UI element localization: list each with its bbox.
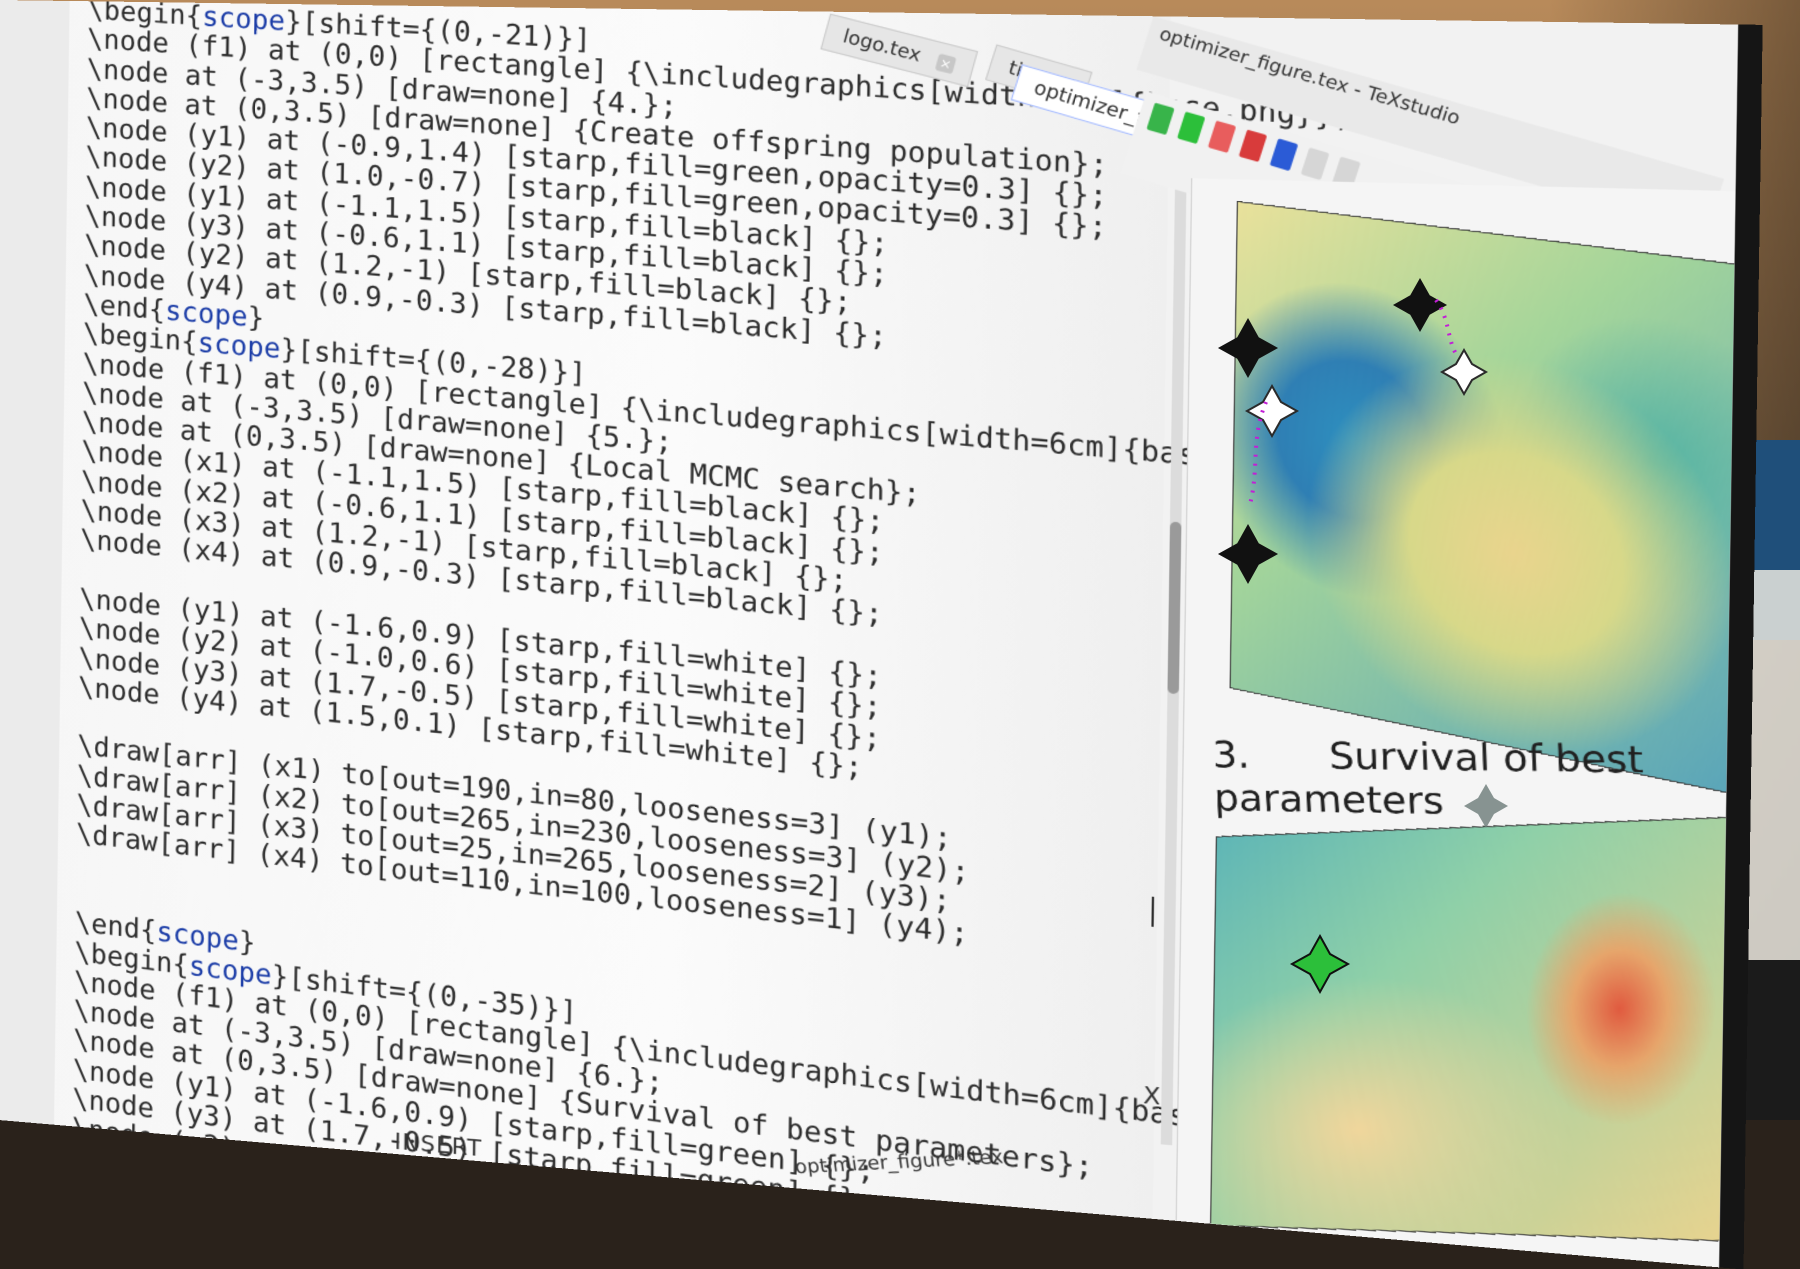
- editor-gutter: [0, 0, 70, 1125]
- preview-plot-bottom: [1210, 816, 1735, 1242]
- close-icon[interactable]: ×: [934, 53, 957, 75]
- preview-section-heading: 3. Survival of best parameters: [1212, 734, 1724, 828]
- code-token: }: [247, 301, 265, 335]
- red-bar-icon[interactable]: [1207, 120, 1237, 154]
- editor-scrollbar-thumb[interactable]: [1167, 521, 1182, 695]
- section-number: 3.: [1211, 733, 1251, 778]
- code-editor[interactable]: \begin{scope}[shift={(0,-21)}] \node (f1)…: [0, 0, 1353, 1267]
- green-bar-icon[interactable]: [1177, 111, 1206, 145]
- monitor: \begin{scope}[shift={(0,-21)}] \node (f1)…: [0, 0, 1763, 1269]
- green-bar-icon[interactable]: [1146, 102, 1175, 136]
- red-bar-icon[interactable]: [1238, 129, 1268, 163]
- triangle-warning-icon[interactable]: [1300, 147, 1330, 181]
- code-text[interactable]: \begin{scope}[shift={(0,-21)}] \node (f1)…: [71, 0, 1352, 1267]
- text-cursor: [1151, 896, 1155, 927]
- bottom-panel-close-button[interactable]: X: [1143, 1083, 1161, 1111]
- screen: \begin{scope}[shift={(0,-21)}] \node (f1)…: [0, 0, 1739, 1268]
- tab-label: logo.tex: [840, 25, 924, 67]
- code-token: }: [238, 925, 256, 960]
- blue-icon[interactable]: [1269, 138, 1299, 172]
- tab-logo-tex[interactable]: logo.tex ×: [820, 13, 979, 88]
